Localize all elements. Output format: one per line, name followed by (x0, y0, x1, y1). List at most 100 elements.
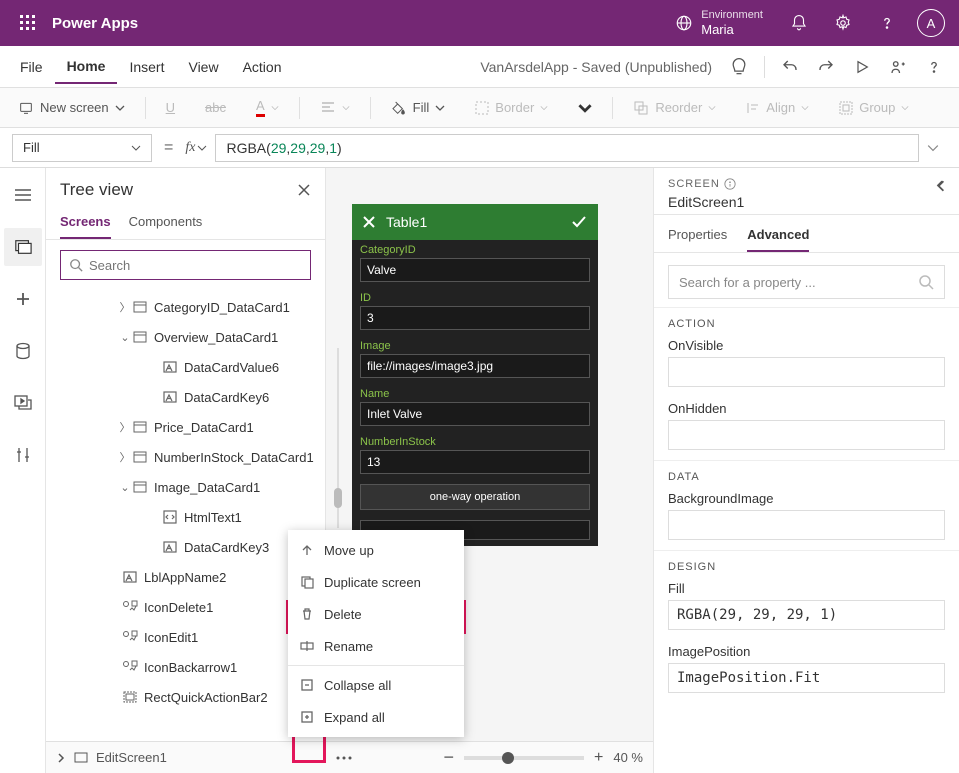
border-button[interactable]: Border (465, 96, 558, 119)
tree-item-icon (162, 539, 178, 555)
prop-fill-input[interactable]: RGBA(29, 29, 29, 1) (668, 600, 945, 630)
tab-properties[interactable]: Properties (668, 223, 727, 252)
reorder-button[interactable]: Reorder (623, 96, 726, 120)
formula-expand-icon[interactable] (927, 142, 947, 154)
align-text-button[interactable] (310, 97, 360, 119)
ctx-rename[interactable]: Rename (288, 630, 464, 662)
tree-item[interactable]: IconDelete1 (46, 592, 325, 622)
tree-item-icon (122, 569, 138, 585)
form-title: Table1 (386, 214, 427, 230)
zoom-out-icon[interactable]: − (444, 747, 455, 768)
tree-item-label: IconDelete1 (144, 600, 213, 615)
field-input[interactable]: file://images/image3.jpg (360, 354, 590, 378)
close-icon[interactable] (362, 215, 376, 229)
property-selector[interactable]: Fill (12, 134, 152, 162)
waffle-icon[interactable] (8, 3, 48, 43)
prop-imgpos-input[interactable]: ImagePosition.Fit (668, 663, 945, 693)
prop-bgimage-input[interactable] (668, 510, 945, 540)
canvas-screen[interactable]: Table1 CategoryIDValveID3Imagefile://ima… (352, 204, 598, 546)
ctx-collapse[interactable]: Collapse all (288, 669, 464, 701)
tree-item[interactable]: 〉Price_DataCard1 (46, 412, 325, 442)
data-icon[interactable] (4, 332, 42, 370)
tree-item[interactable]: ⌄Overview_DataCard1 (46, 322, 325, 352)
tree-item[interactable]: DataCardValue6 (46, 352, 325, 382)
share-icon[interactable] (881, 50, 915, 84)
play-icon[interactable] (845, 50, 879, 84)
ctx-expand[interactable]: Expand all (288, 701, 464, 733)
check-icon[interactable] (570, 213, 588, 231)
field-input[interactable]: 13 (360, 450, 590, 474)
font-color-button[interactable]: A (246, 94, 289, 121)
menu-file[interactable]: File (8, 51, 55, 83)
tree-item[interactable]: HtmlText1 (46, 502, 325, 532)
selected-element[interactable]: EditScreen1 (96, 750, 167, 765)
help-icon[interactable] (867, 3, 907, 43)
more-icon[interactable] (335, 755, 353, 761)
settings-icon[interactable] (823, 3, 863, 43)
field-input[interactable]: Inlet Valve (360, 402, 590, 426)
prop-onhidden-input[interactable] (668, 420, 945, 450)
form-field: ID3 (352, 288, 598, 336)
tree-item-icon (162, 389, 178, 405)
canvas-scrollbar[interactable] (334, 348, 342, 528)
oneway-button[interactable]: one-way operation (360, 484, 590, 510)
fx-icon[interactable]: fx (185, 140, 207, 156)
undo-icon[interactable] (773, 50, 807, 84)
more-format-button[interactable] (568, 97, 602, 119)
menu-home[interactable]: Home (55, 50, 118, 84)
help2-icon[interactable] (917, 50, 951, 84)
tree-search[interactable] (60, 250, 311, 280)
underline-button[interactable]: U (156, 96, 185, 119)
insert-icon[interactable] (4, 280, 42, 318)
tree-item[interactable]: ⌄Image_DataCard1 (46, 472, 325, 502)
tree-item[interactable]: LblAppName2 (46, 562, 325, 592)
formula-input[interactable]: RGBA(29, 29, 29, 1) (215, 134, 919, 162)
menu-view[interactable]: View (176, 51, 230, 83)
ctx-duplicate[interactable]: Duplicate screen (288, 566, 464, 598)
chevron-right-icon[interactable] (56, 753, 66, 763)
new-screen-button[interactable]: New screen (8, 96, 135, 120)
tab-advanced[interactable]: Advanced (747, 223, 809, 252)
field-input[interactable]: 3 (360, 306, 590, 330)
zoom-in-icon[interactable]: + (594, 749, 603, 767)
search-input[interactable] (89, 258, 302, 273)
tree-item[interactable]: IconEdit1 (46, 622, 325, 652)
tree-item[interactable]: DataCardKey6 (46, 382, 325, 412)
tree-view-icon[interactable] (4, 228, 42, 266)
strikethrough-button[interactable]: abc (195, 96, 236, 119)
user-avatar[interactable]: A (911, 3, 951, 43)
tree-item[interactable]: 〉CategoryID_DataCard1 (46, 292, 325, 322)
ctx-delete[interactable]: Delete (288, 598, 464, 630)
hamburger-icon[interactable] (4, 176, 42, 214)
redo-icon[interactable] (809, 50, 843, 84)
prop-onvisible-input[interactable] (668, 357, 945, 387)
tree-item-label: IconEdit1 (144, 630, 198, 645)
tree-item[interactable]: DataCardKey3 (46, 532, 325, 562)
ctx-move-up[interactable]: Move up (288, 534, 464, 566)
menu-insert[interactable]: Insert (117, 51, 176, 83)
group-button[interactable]: Group (829, 96, 919, 119)
tree-item[interactable]: 〉NumberInStock_DataCard1 (46, 442, 325, 472)
tab-screens[interactable]: Screens (60, 208, 111, 239)
screen-icon (74, 752, 88, 764)
app-title: Power Apps (52, 15, 138, 32)
field-input[interactable]: Valve (360, 258, 590, 282)
expand-panel-icon[interactable] (935, 180, 947, 192)
close-icon[interactable] (297, 183, 311, 197)
menu-action[interactable]: Action (231, 51, 294, 83)
notifications-icon[interactable] (779, 3, 819, 43)
align-button[interactable]: Align (736, 96, 819, 119)
advanced-tools-icon[interactable] (4, 436, 42, 474)
property-search[interactable]: Search for a property ... (668, 265, 945, 299)
tab-components[interactable]: Components (129, 208, 203, 239)
tree-item[interactable]: IconBackarrow1 (46, 652, 325, 682)
fill-button[interactable]: Fill (381, 96, 456, 120)
info-icon[interactable] (724, 178, 736, 190)
media-icon[interactable] (4, 384, 42, 422)
app-checker-icon[interactable] (722, 50, 756, 84)
environment-name: Maria (701, 22, 763, 38)
tree-item-icon (132, 479, 148, 495)
tree-item-label: CategoryID_DataCard1 (154, 300, 290, 315)
tree-item[interactable]: RectQuickActionBar2 (46, 682, 325, 712)
zoom-slider[interactable] (464, 756, 584, 760)
